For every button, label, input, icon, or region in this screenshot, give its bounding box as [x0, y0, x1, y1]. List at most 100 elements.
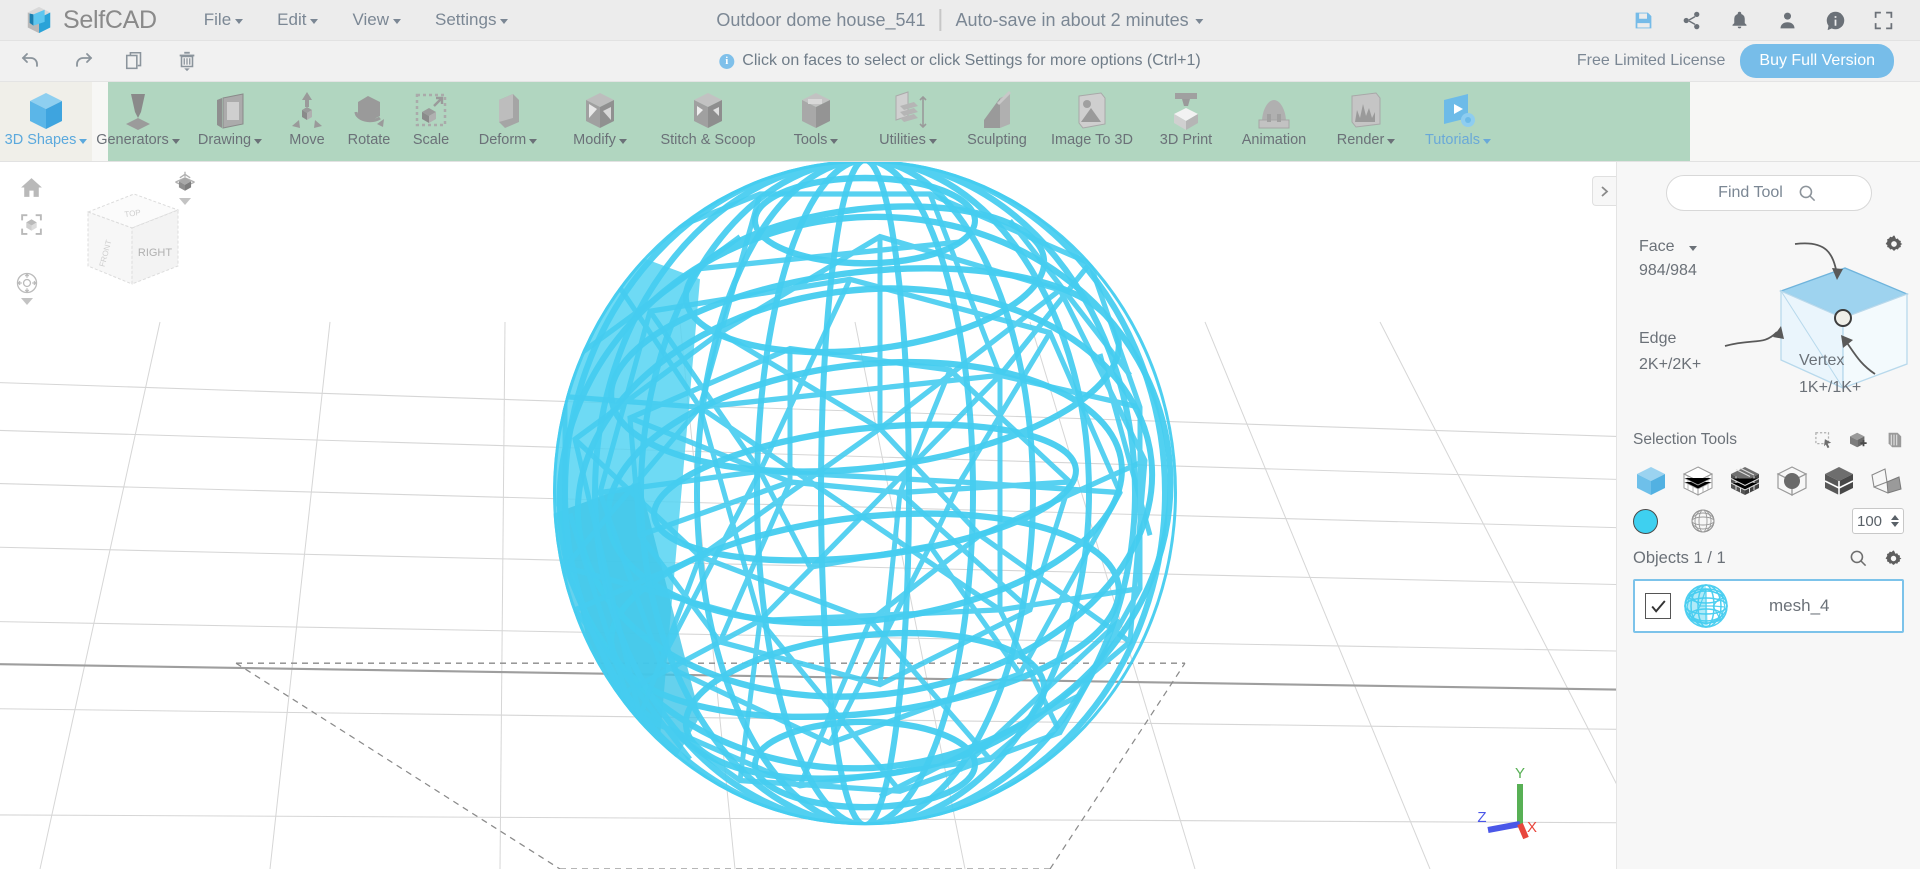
search-icon[interactable]	[1848, 548, 1869, 569]
selection-mode-dropdown[interactable]: Face	[1639, 238, 1697, 256]
selection-tools-label: Selection Tools	[1633, 431, 1737, 448]
ribbon-label: Deform	[479, 133, 538, 148]
select-blocks-icon[interactable]	[1727, 464, 1763, 498]
menu-file-label: File	[203, 10, 232, 29]
ribbon-item-animation[interactable]: Animation	[1228, 82, 1320, 161]
ribbon-text: Tutorials	[1424, 132, 1481, 148]
menu-settings[interactable]: Settings	[418, 4, 525, 36]
ribbon-text: 3D Print	[1159, 132, 1213, 148]
menu-view-label: View	[352, 10, 390, 29]
ribbon-item-deform[interactable]: Deform	[462, 82, 554, 161]
select-grid-icon[interactable]	[1680, 464, 1716, 498]
fit-to-view-icon[interactable]	[18, 211, 44, 237]
top-menu-bar: SelfCAD File Edit View Settings Outdoor …	[0, 0, 1920, 41]
buy-full-version-button[interactable]: Buy Full Version	[1740, 44, 1894, 78]
chevron-down-icon[interactable]	[179, 198, 191, 205]
menu-edit[interactable]: Edit	[260, 4, 335, 36]
fullscreen-icon[interactable]	[1872, 9, 1894, 31]
find-tool-search[interactable]: Find Tool	[1665, 175, 1872, 211]
chevron-down-icon	[1483, 139, 1492, 145]
stepper-arrows[interactable]	[1891, 515, 1899, 527]
perspective-view-icon[interactable]	[172, 170, 198, 196]
ribbon-item-generators[interactable]: Generators	[92, 82, 184, 161]
ribbon-item-scale[interactable]: Scale	[400, 82, 462, 161]
select-sphere-icon[interactable]	[1774, 464, 1810, 498]
ribbon-item-tools[interactable]: Tools	[770, 82, 862, 161]
gear-icon[interactable]	[1883, 548, 1904, 569]
vertex-label: Vertex	[1799, 352, 1845, 369]
ribbon-label: Move	[289, 133, 324, 148]
ribbon-item-rotate[interactable]: Rotate	[338, 82, 400, 161]
select-half-icon[interactable]	[1821, 464, 1857, 498]
chevron-down-icon	[1195, 19, 1204, 24]
rectangle-select-icon[interactable]	[1813, 430, 1834, 451]
project-title[interactable]: Outdoor dome house_541	[716, 10, 925, 31]
edge-label: Edge	[1639, 330, 1677, 347]
opacity-input[interactable]	[1857, 512, 1889, 530]
ribbon-text: 3D Shapes	[4, 132, 77, 148]
info-icon[interactable]	[1824, 9, 1846, 31]
save-icon[interactable]	[1632, 9, 1654, 31]
select-plane-icon[interactable]	[1868, 464, 1904, 498]
hint-message: i Click on faces to select or click Sett…	[719, 52, 1201, 70]
opacity-stepper[interactable]	[1852, 508, 1904, 534]
orbit-navigation-icon[interactable]	[14, 270, 40, 296]
user-account-icon[interactable]	[1776, 9, 1798, 31]
ribbon-item-render[interactable]: Render	[1320, 82, 1412, 161]
license-area: Free Limited License Buy Full Version	[1577, 44, 1920, 78]
ribbon-text: Render	[1336, 132, 1385, 148]
copy-icon[interactable]	[122, 48, 148, 74]
ribbon-item-utilities[interactable]: Utilities	[862, 82, 954, 161]
image-to-3d-icon	[1073, 89, 1111, 133]
ribbon-label: Generators	[96, 133, 180, 148]
mesh-pattern-icon[interactable]	[1690, 508, 1716, 534]
ribbon-item-modify[interactable]: Modify	[554, 82, 646, 161]
animation-icon	[1254, 89, 1294, 133]
ribbon-item-move[interactable]: Move	[276, 82, 338, 161]
ribbon-item-3d-shapes[interactable]: 3D Shapes	[0, 82, 92, 161]
select-object-icon[interactable]	[1633, 464, 1669, 498]
chevron-down-icon	[79, 139, 88, 145]
object-visibility-checkbox[interactable]	[1645, 593, 1671, 619]
ribbon-item-image-to-3d[interactable]: Image To 3D	[1040, 82, 1144, 161]
3d-viewport[interactable]: RIGHT TOP FRONT Y Z X	[0, 162, 1616, 869]
delete-icon[interactable]	[174, 48, 200, 74]
notification-bell-icon[interactable]	[1728, 9, 1750, 31]
chevron-down-icon	[529, 139, 538, 145]
menu-list: File Edit View Settings	[187, 4, 526, 36]
search-icon[interactable]	[1797, 182, 1819, 204]
objects-count-label: Objects 1 / 1	[1633, 549, 1726, 567]
app-logo[interactable]: SelfCAD	[0, 5, 157, 35]
edge-count: 2K+/2K+	[1639, 356, 1702, 373]
ribbon-item-tutorials[interactable]: Tutorials	[1412, 82, 1504, 161]
menu-view[interactable]: View	[335, 4, 418, 36]
menu-settings-label: Settings	[435, 10, 497, 29]
ribbon-item-drawing[interactable]: Drawing	[184, 82, 276, 161]
share-icon[interactable]	[1680, 9, 1702, 31]
chevron-down-icon	[393, 19, 402, 24]
ribbon-text: Move	[289, 132, 325, 148]
ribbon-item-3d-print[interactable]: 3D Print	[1144, 82, 1228, 161]
ribbon-item-stitch-scoop[interactable]: Stitch & Scoop	[646, 82, 770, 161]
selection-tools-mini-icons	[1813, 430, 1904, 451]
list-item[interactable]: mesh_4	[1633, 579, 1904, 633]
ribbon-item-sculpting[interactable]: Sculpting	[954, 82, 1040, 161]
home-view-icon[interactable]	[18, 174, 44, 200]
undo-icon[interactable]	[18, 48, 44, 74]
redo-icon[interactable]	[70, 48, 96, 74]
stepper-up-icon[interactable]	[1891, 515, 1899, 520]
through-selection-icon[interactable]	[1883, 430, 1904, 451]
autosave-status[interactable]: Auto-save in about 2 minutes	[956, 10, 1204, 31]
ribbon-text: Modify	[573, 132, 616, 148]
hint-text: Click on faces to select or click Settin…	[742, 52, 1201, 69]
utilities-icon	[888, 89, 928, 133]
chevron-right-icon	[1601, 185, 1609, 197]
color-swatch[interactable]	[1633, 508, 1658, 534]
menu-file[interactable]: File	[187, 4, 260, 36]
deform-icon	[489, 89, 527, 133]
chevron-down-icon[interactable]	[21, 298, 33, 305]
brand-name: SelfCAD	[63, 5, 157, 34]
collapse-panel-button[interactable]	[1592, 176, 1616, 206]
add-selection-icon[interactable]	[1848, 430, 1869, 451]
stepper-down-icon[interactable]	[1891, 522, 1899, 527]
